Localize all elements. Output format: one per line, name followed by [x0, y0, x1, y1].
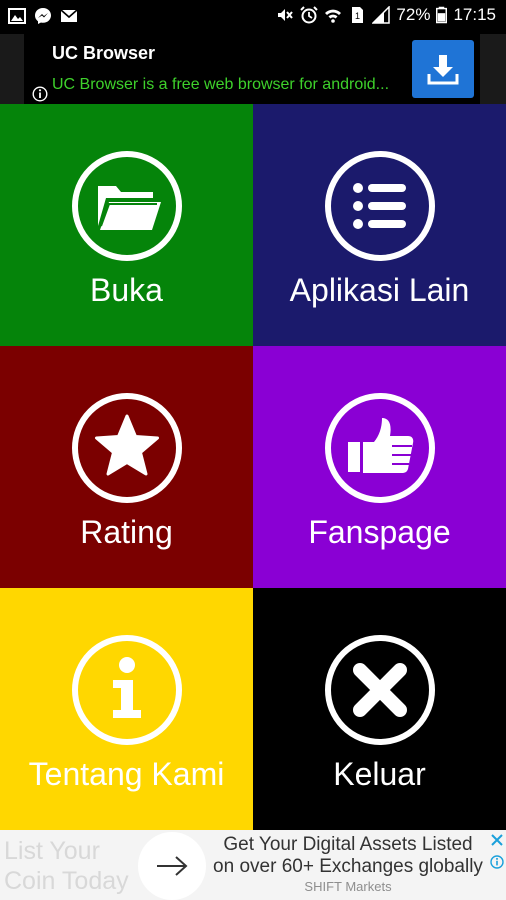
menu-grid: Buka Aplikasi Lain Rating Fanspage Tenta… — [0, 104, 506, 830]
tile-label: Aplikasi Lain — [289, 272, 470, 308]
mute-icon — [278, 9, 294, 21]
list-icon — [325, 151, 435, 261]
ad-download-button[interactable] — [412, 40, 474, 98]
ad-info-icon[interactable] — [32, 86, 48, 102]
gallery-icon — [8, 8, 26, 24]
top-ad-banner[interactable]: UC Browser UC Browser is a free web brow… — [0, 34, 506, 104]
alarm-icon — [300, 6, 319, 24]
ad-right-edge — [480, 34, 506, 104]
clock: 17:15 — [453, 5, 496, 24]
tile-label: Tentang Kami — [28, 756, 225, 792]
ad-close-icon[interactable] — [490, 833, 504, 847]
tile-label: Fanspage — [308, 514, 451, 550]
ad-left-edge — [0, 34, 24, 104]
folder-icon — [72, 151, 182, 261]
ad-info-icon[interactable] — [490, 855, 504, 869]
ad-arrow-button[interactable] — [138, 832, 206, 900]
download-icon — [427, 55, 459, 85]
ad-headline: Get Your Digital Assets Listed on over 6… — [213, 834, 483, 877]
thumbs-up-icon — [325, 393, 435, 503]
tile-tentang-kami[interactable]: Tentang Kami — [0, 588, 253, 830]
ad-left-text: List Your Coin Today — [4, 837, 129, 895]
ad-description: UC Browser is a free web browser for and… — [52, 76, 390, 93]
svg-text:1: 1 — [355, 11, 360, 21]
messenger-icon — [35, 8, 51, 24]
close-icon — [325, 635, 435, 745]
battery-percentage: 72% — [396, 5, 431, 24]
tile-rating[interactable]: Rating — [0, 346, 253, 588]
tile-label: Buka — [90, 272, 163, 308]
email-icon — [60, 9, 78, 22]
arrow-right-icon — [157, 856, 188, 876]
tile-label: Rating — [80, 514, 173, 550]
bottom-ad-banner[interactable]: List Your Coin Today Get Your Digital As… — [0, 830, 506, 900]
star-icon — [72, 393, 182, 503]
ad-brand: SHIFT Markets — [304, 879, 392, 894]
tile-aplikasi-lain[interactable]: Aplikasi Lain — [253, 104, 506, 346]
signal-icon — [372, 6, 391, 24]
tile-buka[interactable]: Buka — [0, 104, 253, 346]
sim1-icon: 1 — [352, 7, 364, 23]
status-right: 1 72% 17:15 — [276, 5, 496, 25]
status-bar: 1 72% 17:15 — [0, 0, 506, 34]
tile-keluar[interactable]: Keluar — [253, 588, 506, 830]
ad-title: UC Browser — [52, 43, 156, 63]
wifi-icon — [325, 9, 342, 23]
info-icon — [72, 635, 182, 745]
status-left-icons — [8, 7, 78, 25]
tile-label: Keluar — [333, 756, 426, 792]
battery-icon — [436, 6, 448, 24]
tile-fanspage[interactable]: Fanspage — [253, 346, 506, 588]
